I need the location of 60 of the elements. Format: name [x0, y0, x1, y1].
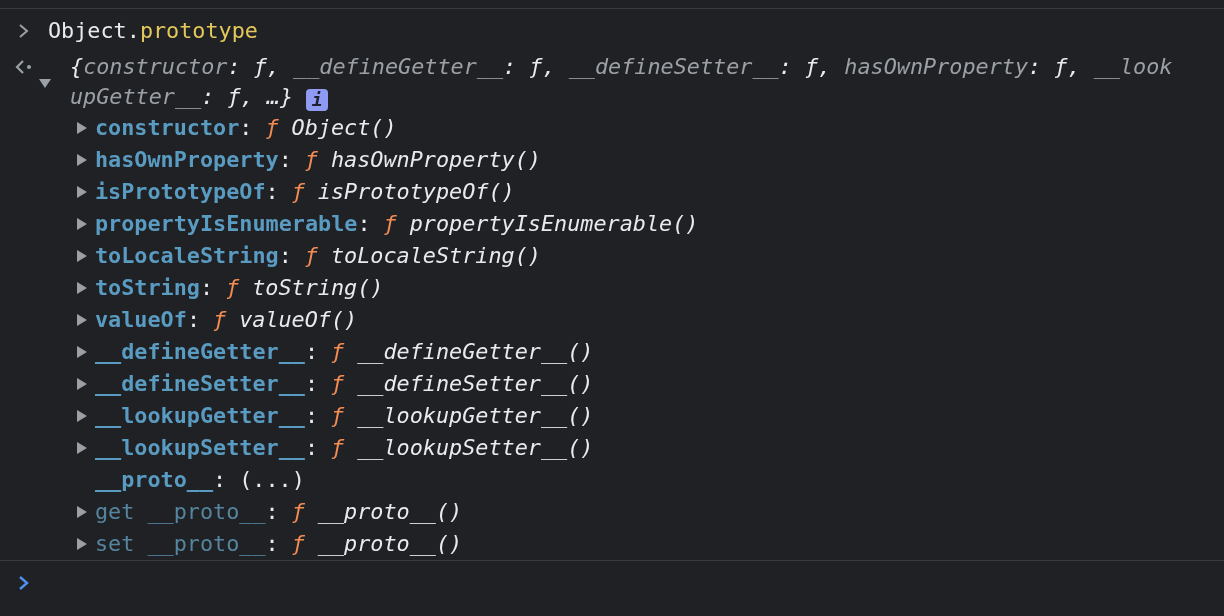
function-value: toString(): [252, 273, 384, 302]
property-name: hasOwnProperty:: [95, 145, 292, 174]
expand-triangle-icon[interactable]: [76, 377, 88, 391]
function-sign: ƒ: [331, 369, 345, 398]
function-value: valueOf(): [239, 305, 358, 334]
expand-triangle-icon[interactable]: [76, 249, 88, 263]
property-name: __defineGetter__:: [95, 337, 319, 366]
function-sign: ƒ: [331, 433, 345, 462]
function-sign: ƒ: [331, 337, 345, 366]
expand-triangle-icon[interactable]: [76, 153, 88, 167]
function-sign: ƒ: [265, 113, 279, 142]
function-value: __lookupSetter__(): [357, 433, 594, 462]
input-text: Object.prototype: [48, 16, 258, 45]
function-sign: ƒ: [383, 209, 397, 238]
prompt-chevron-icon: [18, 574, 30, 591]
property-name: get __proto__:: [95, 497, 279, 526]
function-value: toLocaleString(): [331, 241, 541, 270]
property-name: toLocaleString:: [95, 241, 292, 270]
function-value: __defineGetter__(): [357, 337, 594, 366]
property-name: __proto__:: [95, 465, 227, 494]
function-sign: ƒ: [331, 401, 345, 430]
expand-triangle-icon[interactable]: [76, 409, 88, 423]
expand-triangle-icon[interactable]: [76, 185, 88, 199]
function-value: hasOwnProperty(): [331, 145, 541, 174]
property-name: set __proto__:: [95, 529, 279, 558]
property-name: valueOf:: [95, 305, 200, 334]
expand-triangle-icon[interactable]: [76, 345, 88, 359]
function-value: Object(): [291, 113, 397, 142]
property-name: isPrototypeOf:: [95, 177, 279, 206]
expand-triangle-icon[interactable]: [76, 537, 88, 551]
function-sign: ƒ: [291, 529, 305, 558]
function-sign: ƒ: [291, 497, 305, 526]
property-name: __lookupGetter__:: [95, 401, 319, 430]
expand-triangle-icon[interactable]: [76, 505, 88, 519]
expand-triangle-icon[interactable]: [76, 313, 88, 327]
property-name: constructor:: [95, 113, 253, 142]
function-value: __proto__(): [317, 497, 463, 526]
function-value: propertyIsEnumerable(): [409, 209, 699, 238]
expand-triangle-icon[interactable]: [76, 121, 88, 135]
object-preview[interactable]: {constructor: ƒ, __defineGetter__: ƒ, __defineSetter__: ƒ, hasOwnProperty: ƒ, __lookupGetter__: ƒ, …} i: [70, 52, 1180, 112]
function-sign: ƒ: [226, 273, 240, 302]
function-sign: ƒ: [304, 145, 318, 174]
property-name: propertyIsEnumerable:: [95, 209, 371, 238]
function-value: __defineSetter__(): [357, 369, 594, 398]
function-value: __lookupGetter__(): [357, 401, 594, 430]
function-value: __proto__(): [317, 529, 463, 558]
lazy-value[interactable]: (...): [239, 463, 305, 497]
property-name: toString:: [95, 273, 214, 302]
function-sign: ƒ: [304, 241, 318, 270]
expand-triangle-icon[interactable]: [76, 217, 88, 231]
expand-triangle-icon[interactable]: [76, 441, 88, 455]
expand-triangle-icon[interactable]: [39, 76, 51, 90]
function-sign: ƒ: [213, 305, 227, 334]
property-name: __defineSetter__:: [95, 369, 319, 398]
function-sign: ƒ: [291, 177, 305, 206]
function-value: isPrototypeOf(): [317, 177, 515, 206]
return-arrow-icon: [15, 60, 33, 74]
prompt-chevron-icon: [18, 23, 30, 39]
expand-triangle-icon[interactable]: [76, 281, 88, 295]
property-name: __lookupSetter__:: [95, 433, 319, 462]
